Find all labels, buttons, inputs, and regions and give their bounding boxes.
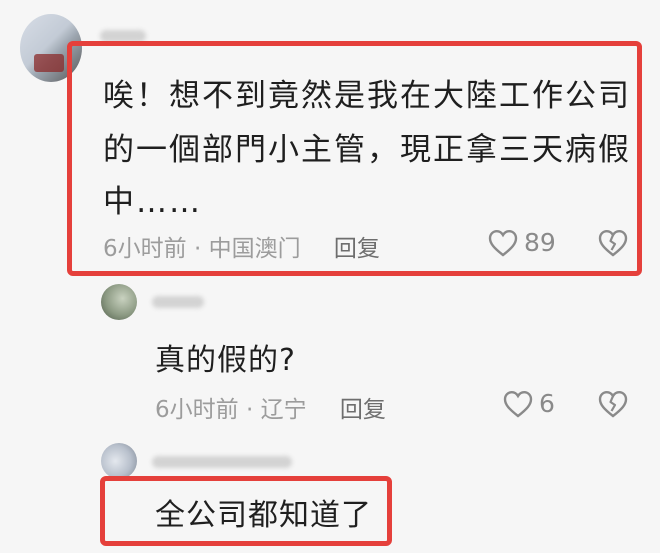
avatar[interactable] [101,443,137,479]
like-button[interactable]: 89 [488,228,556,257]
like-count: 6 [539,389,555,418]
comment-text: 全公司都知道了 [155,498,372,533]
dislike-button[interactable] [598,390,628,422]
reply-button[interactable]: 回复 [340,397,386,423]
like-count: 89 [524,228,556,257]
heart-icon [503,390,533,418]
location: 中国澳门 [208,236,301,262]
comment-text-line: 的一個部門小主管，現正拿三天病假 [103,132,631,168]
username-blurred[interactable] [152,296,204,308]
dislike-button[interactable] [598,229,628,261]
comment-meta-cutoff [160,545,640,553]
timestamp: 6小时前 [103,236,187,262]
comment-meta: 6小时前 · 辽宁 回复 [155,390,386,424]
reply-button[interactable]: 回复 [334,236,380,262]
comment-text-line: 中…… [103,184,202,220]
separator: · [193,236,202,262]
comment-meta: 6小时前 · 中国澳门 回复 [103,229,380,263]
username-blurred[interactable] [152,456,292,468]
timestamp: 6小时前 [155,397,239,423]
broken-heart-icon [598,229,628,261]
avatar[interactable] [101,284,137,320]
comment-thread: 唉！想不到竟然是我在大陸工作公司 的一個部門小主管，現正拿三天病假 中…… 6小… [0,0,660,553]
like-button[interactable]: 6 [503,389,555,418]
location: 辽宁 [260,397,307,423]
comment-text-line: 唉！想不到竟然是我在大陸工作公司 [103,78,631,114]
broken-heart-icon [598,390,628,422]
heart-icon [488,229,518,257]
separator: · [245,397,254,423]
comment-text: 真的假的? [155,343,296,378]
